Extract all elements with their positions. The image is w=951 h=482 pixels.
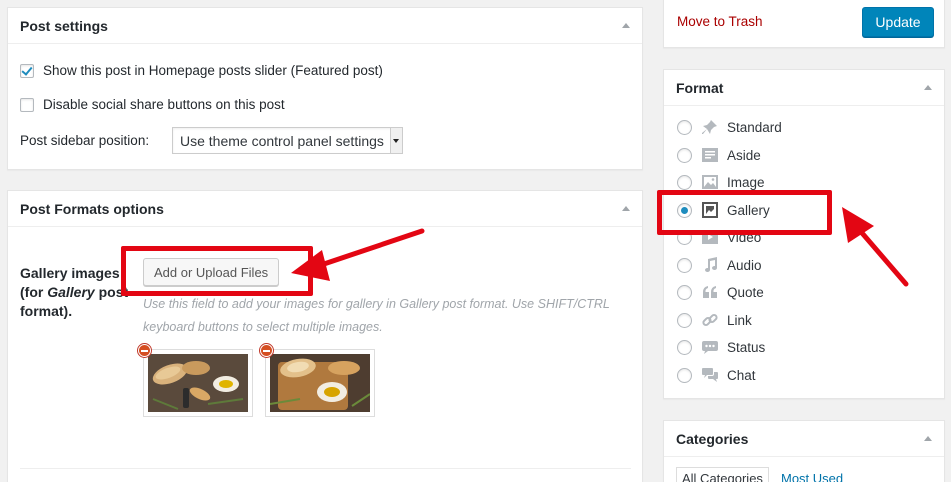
annotation-arrow-right [842,207,909,287]
annotation-arrows [291,207,909,287]
annotation-arrow-left [291,228,425,281]
